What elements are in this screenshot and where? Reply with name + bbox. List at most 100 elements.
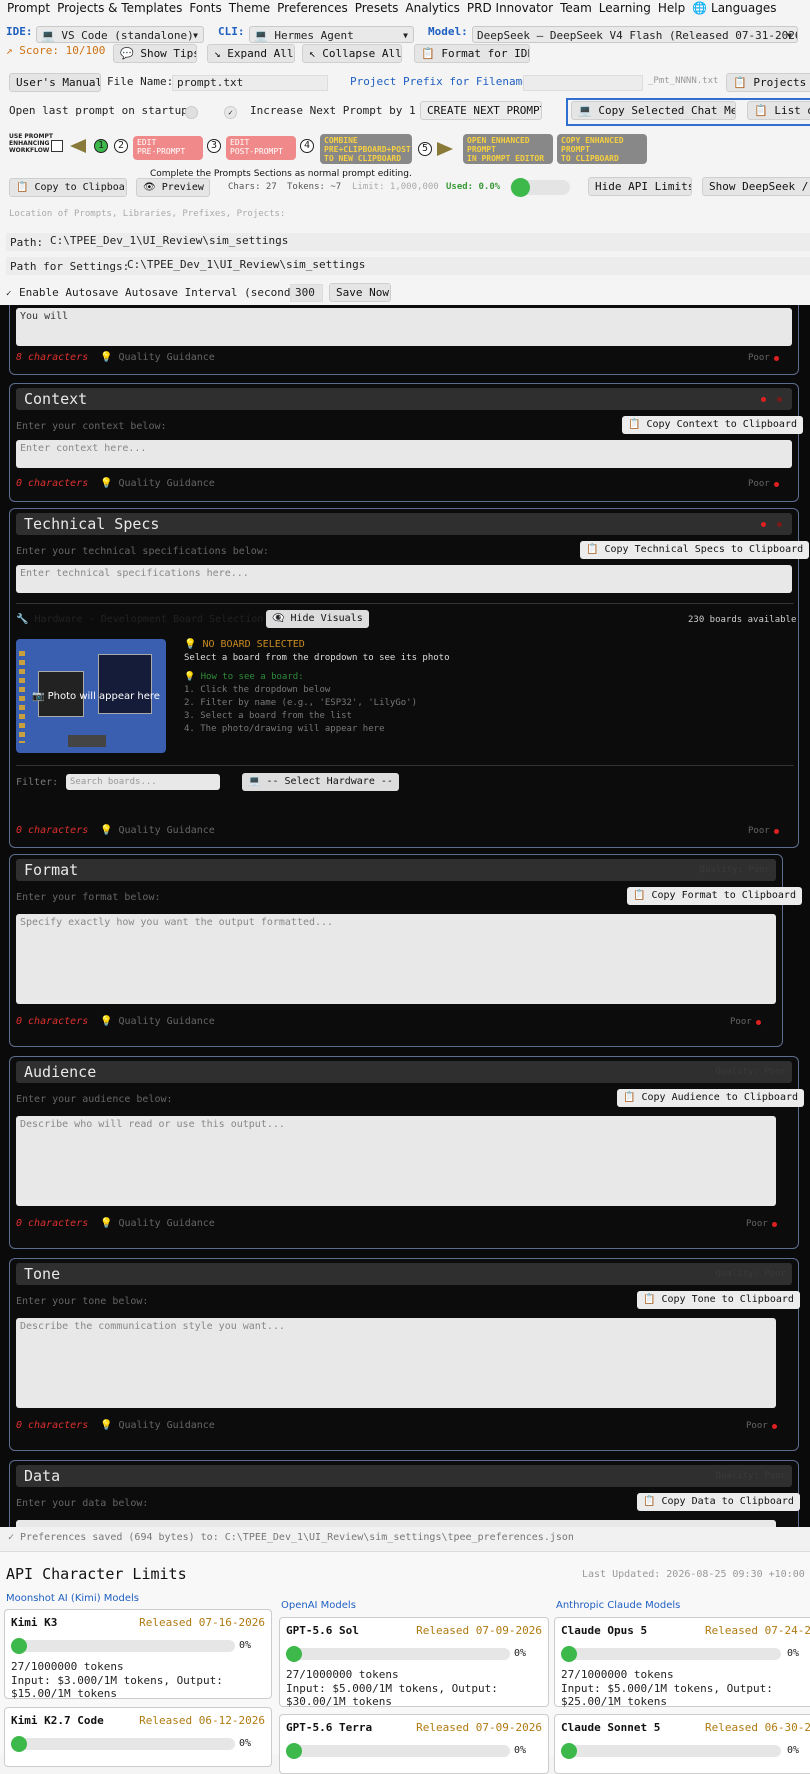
format-textarea[interactable]: Specify exactly how you want the output … xyxy=(16,914,776,1004)
audience-textarea[interactable]: Describe who will read or use this outpu… xyxy=(16,1116,776,1206)
open-enhanced-button[interactable]: OPEN ENHANCED PROMPT IN PROMPT EDITOR xyxy=(463,134,553,164)
ide-select[interactable]: 💻 VS Code (standalone) ▼ xyxy=(36,26,204,43)
copy-technical-button[interactable]: 📋 Copy Technical Specs to Clipboard xyxy=(580,541,810,559)
edit-pre-prompt-button[interactable]: EDIT PRE-PROMPT xyxy=(133,136,203,160)
format-hint: Enter your format below: xyxy=(16,892,161,903)
hide-visuals-button[interactable]: 👁‍🗨 Hide Visuals xyxy=(266,610,369,628)
usage-percent: 0% xyxy=(514,1648,527,1659)
copy-enhanced-button[interactable]: COPY ENHANCED PROMPT TO CLIPBOARD xyxy=(557,134,647,164)
arrow-right-icon xyxy=(437,142,453,156)
menu-team[interactable]: Team xyxy=(560,1,592,15)
kimi-heading: Moonshot AI (Kimi) Models xyxy=(6,1593,140,1604)
show-deepseek-button[interactable]: Show DeepSeek / C xyxy=(702,177,810,196)
hide-api-limits-button[interactable]: Hide API Limits xyxy=(588,177,692,196)
technical-textarea[interactable]: Enter technical specifications here... xyxy=(16,565,792,593)
open-last-radio[interactable] xyxy=(185,106,198,119)
model-card-kimi-k3[interactable]: Kimi K3 Released 07-16-2026 0% 27/100000… xyxy=(4,1609,272,1700)
menu-preferences[interactable]: Preferences xyxy=(277,1,348,15)
context-quality-guidance[interactable]: 💡 Quality Guidance xyxy=(100,478,215,489)
workflow-step-5[interactable]: 5 xyxy=(418,142,432,156)
workflow-step-3[interactable]: 3 xyxy=(207,139,221,153)
menu-learning[interactable]: Learning xyxy=(599,1,651,15)
format-ide-button[interactable]: 📋 Format for IDE xyxy=(414,44,530,63)
board-photo: 📷 Photo will appear here xyxy=(16,639,166,753)
model-card-claude-sonnet-5[interactable]: Claude Sonnet 5 Released 06-30-202 0% xyxy=(554,1714,810,1774)
copy-selected-chat-button[interactable]: 💻 Copy Selected Chat Message xyxy=(571,101,736,120)
workflow-step-2[interactable]: 2 xyxy=(114,139,128,153)
format-header[interactable]: Format Quality: Poor xyxy=(16,859,776,881)
context-textarea[interactable]: Enter context here... xyxy=(16,440,792,468)
menu-prd[interactable]: PRD Innovator xyxy=(467,1,553,15)
menu-prompt[interactable]: Prompt xyxy=(7,1,50,15)
increase-next-checkbox[interactable]: ✓ xyxy=(224,106,237,119)
copy-audience-button[interactable]: 📋 Copy Audience to Clipboard xyxy=(617,1089,805,1107)
api-last-updated: Last Updated: 2026-08-25 09:30 +10:00 xyxy=(582,1569,805,1580)
technical-header[interactable]: Technical Specs xyxy=(16,513,792,535)
workflow-step-4[interactable]: 4 xyxy=(300,139,314,153)
file-name-input[interactable]: prompt.txt xyxy=(172,75,328,91)
autosave-checkbox[interactable]: ✓ xyxy=(6,289,16,299)
cli-select-value: 💻 Hermes Agent xyxy=(254,29,354,42)
settings-path-input[interactable]: C:\TPEE_Dev_1\UI_Review\sim_settings xyxy=(123,258,810,274)
usage-indicator xyxy=(11,1638,27,1654)
audience-header[interactable]: Audience Quality: Poor xyxy=(16,1061,792,1083)
status-dot-icon xyxy=(774,482,779,487)
technical-hint: Enter your technical specifications belo… xyxy=(16,546,269,557)
menu-fonts[interactable]: Fonts xyxy=(189,1,221,15)
tone-quality-guidance[interactable]: 💡 Quality Guidance xyxy=(100,1420,215,1431)
combine-button[interactable]: COMBINE PRE+CLIPBOARD+POST TO NEW CLIPBO… xyxy=(320,134,412,164)
ide-label: IDE: xyxy=(6,25,33,38)
model-card-claude-opus-5[interactable]: Claude Opus 5 Released 07-24-202 0% 27/1… xyxy=(554,1617,810,1708)
pricing: Input: $5.000/1M tokens, Output: $30.00/… xyxy=(286,1682,498,1708)
copy-context-button[interactable]: 📋 Copy Context to Clipboard xyxy=(622,416,803,434)
tone-textarea[interactable]: Describe the communication style you wan… xyxy=(16,1318,776,1408)
context-header[interactable]: Context xyxy=(16,388,792,410)
preview-button[interactable]: 👁 Preview xyxy=(136,178,210,197)
technical-quality-guidance[interactable]: 💡 Quality Guidance xyxy=(100,825,215,836)
workflow-step-1[interactable]: 1 xyxy=(94,139,108,153)
copy-format-button[interactable]: 📋 Copy Format to Clipboard xyxy=(627,887,802,905)
users-manual-button[interactable]: User's Manual xyxy=(9,73,101,92)
model-select[interactable]: DeepSeek — DeepSeek V4 Flash (Released 0… xyxy=(472,26,798,43)
usage-percent: 0% xyxy=(514,1745,527,1756)
usage-percent: 0% xyxy=(787,1745,800,1756)
path-input[interactable]: C:\TPEE_Dev_1\UI_Review\sim_settings xyxy=(46,234,810,250)
menu-help[interactable]: Help xyxy=(658,1,685,15)
model-name: Claude Sonnet 5 xyxy=(561,1721,661,1734)
projects-button[interactable]: 📋 Projects P xyxy=(726,73,810,92)
model-card-gpt-56-sol[interactable]: GPT-5.6 Sol Released 07-09-2026 0% 27/10… xyxy=(279,1617,549,1708)
workflow-checkbox[interactable] xyxy=(51,140,63,152)
menu-projects[interactable]: Projects & Templates xyxy=(57,1,182,15)
format-quality-guidance[interactable]: 💡 Quality Guidance xyxy=(100,1016,215,1027)
menu-presets[interactable]: Presets xyxy=(355,1,399,15)
partial-quality-guidance[interactable]: 💡 Quality Guidance xyxy=(100,352,215,363)
expand-all-button[interactable]: ↘ Expand All xyxy=(207,44,295,63)
copy-data-button[interactable]: 📋 Copy Data to Clipboard xyxy=(637,1493,800,1511)
menu-theme[interactable]: Theme xyxy=(229,1,270,15)
edit-post-prompt-button[interactable]: EDIT POST-PROMPT xyxy=(226,136,296,160)
menu-analytics[interactable]: Analytics xyxy=(405,1,460,15)
menu-languages[interactable]: 🌐 Languages xyxy=(692,1,776,15)
copy-to-clipboard-button[interactable]: 📋 Copy to Clipboard xyxy=(9,178,127,197)
copy-tone-button[interactable]: 📋 Copy Tone to Clipboard xyxy=(637,1291,800,1309)
save-now-button[interactable]: Save Now xyxy=(329,283,391,302)
tone-header[interactable]: Tone Quality: Poor xyxy=(16,1263,792,1285)
cli-select[interactable]: 💻 Hermes Agent ▼ xyxy=(249,26,414,43)
list-of-button[interactable]: 📋 List of xyxy=(747,101,810,120)
model-card-gpt-56-terra[interactable]: GPT-5.6 Terra Released 07-09-2026 0% xyxy=(279,1714,549,1774)
data-header[interactable]: Data Quality: Poor xyxy=(16,1465,792,1487)
audience-quality-guidance[interactable]: 💡 Quality Guidance xyxy=(100,1218,215,1229)
show-tips-button[interactable]: 💬 Show Tips xyxy=(113,44,197,63)
format-title: Format xyxy=(24,861,79,879)
model-card-kimi-k27-code[interactable]: Kimi K2.7 Code Released 06-12-2026 0% xyxy=(4,1707,272,1767)
data-textarea[interactable] xyxy=(16,1520,776,1527)
select-hardware-dropdown[interactable]: 💻 -- Select Hardware -- xyxy=(242,773,399,791)
prefix-input[interactable] xyxy=(523,75,643,91)
autosave-interval-input[interactable]: 300 xyxy=(290,284,323,302)
create-next-prompt-button[interactable]: CREATE NEXT PROMPT xyxy=(420,101,542,120)
partial-char-count: 8 characters xyxy=(16,352,89,363)
board-filter-input[interactable]: Search boards... xyxy=(66,774,220,790)
partial-textarea[interactable]: You will xyxy=(16,308,792,346)
collapse-all-button[interactable]: ↖ Collapse All xyxy=(302,44,402,63)
prompt-sections-area: You will 8 characters 💡 Quality Guidance… xyxy=(0,305,810,1527)
